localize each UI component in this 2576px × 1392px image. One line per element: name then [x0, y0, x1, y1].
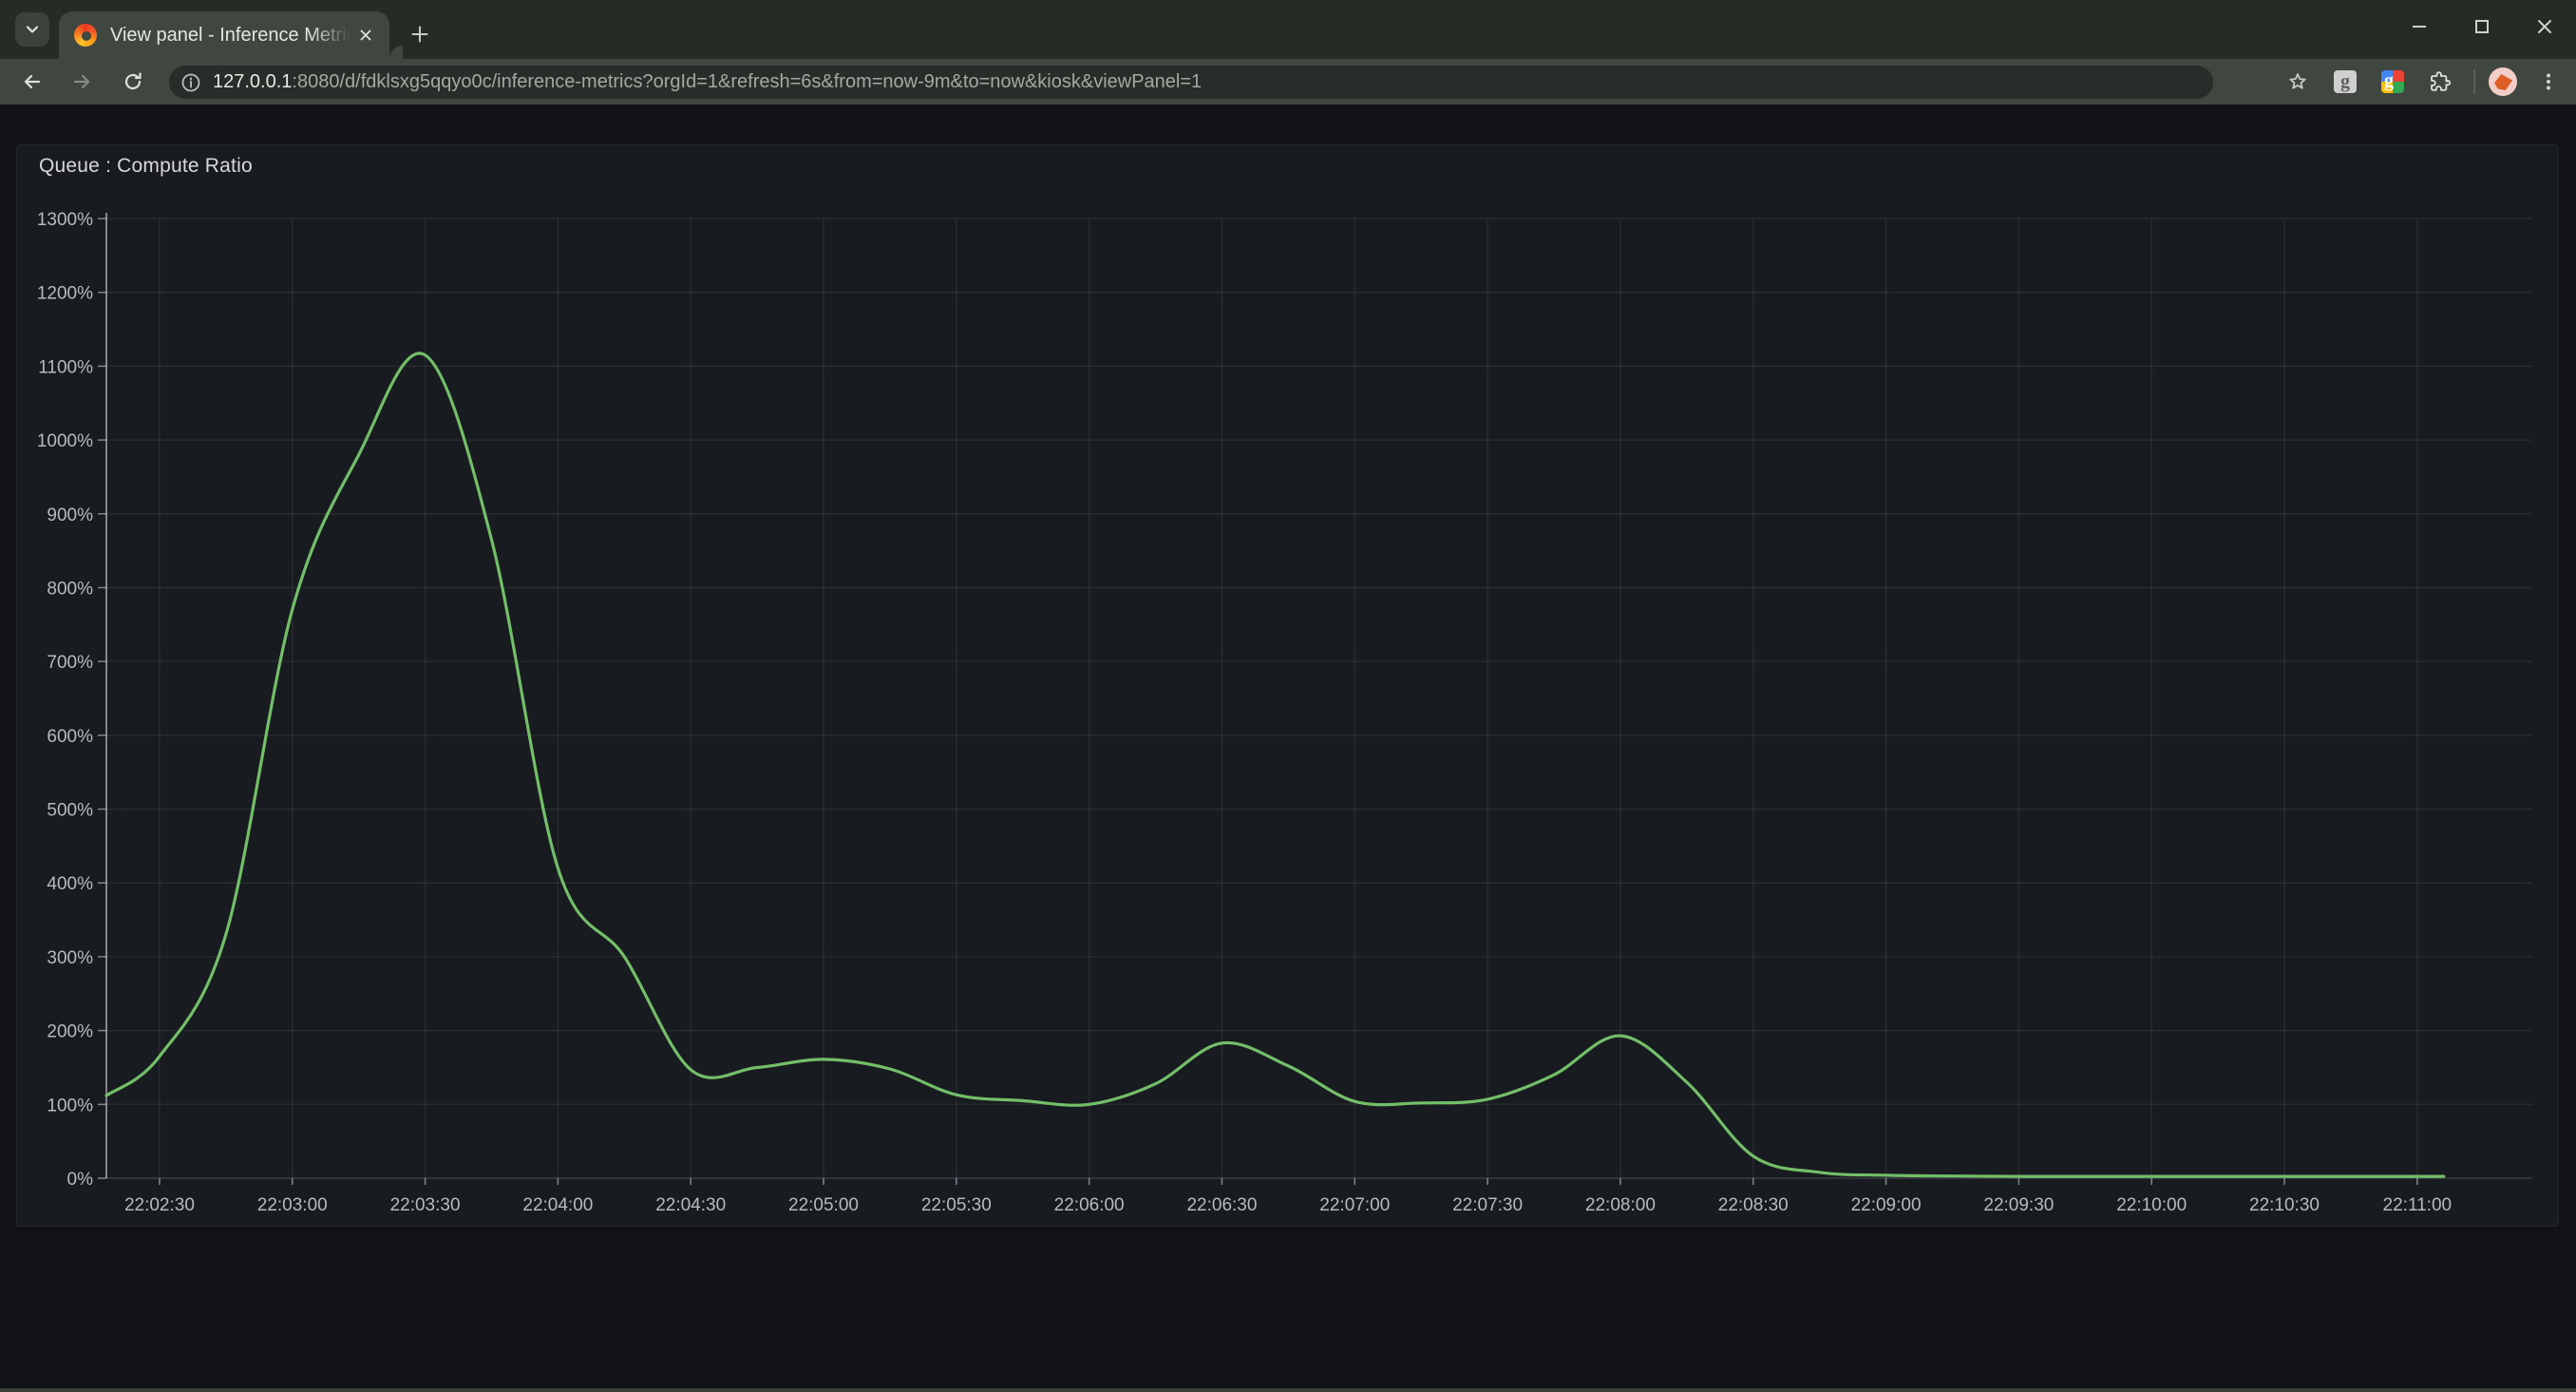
- tab-search-button[interactable]: [15, 12, 49, 47]
- y-tick-label: 600%: [47, 727, 93, 747]
- y-tick-label: 200%: [47, 1022, 93, 1042]
- y-tick-label: 700%: [47, 653, 93, 673]
- x-tick-label: 22:05:00: [788, 1195, 859, 1215]
- back-icon: [21, 70, 44, 93]
- tab-strip: View panel - Inference Metrics -: [0, 0, 2576, 59]
- x-tick-label: 22:06:00: [1054, 1195, 1125, 1215]
- close-icon: [357, 27, 374, 44]
- x-tick-label: 22:04:30: [655, 1195, 726, 1215]
- x-tick-label: 22:08:30: [1718, 1195, 1789, 1215]
- browser-menu-button[interactable]: [2530, 65, 2567, 99]
- tab-curve-left: [46, 46, 59, 59]
- extensions-menu-button[interactable]: [2422, 65, 2458, 99]
- x-tick-label: 22:08:00: [1585, 1195, 1656, 1215]
- grafana-favicon-icon: [74, 24, 97, 47]
- kebab-menu-icon: [2538, 71, 2559, 92]
- y-tick-label: 0%: [67, 1170, 94, 1190]
- maximize-button[interactable]: [2451, 0, 2513, 53]
- y-tick-label: 500%: [47, 801, 93, 821]
- toolbar-divider: [2473, 69, 2475, 94]
- browser-window: View panel - Inference Metrics -: [0, 0, 2576, 1392]
- back-button[interactable]: [15, 65, 49, 99]
- maximize-icon: [2472, 16, 2492, 37]
- grafana-page: Queue : Compute Ratio 0%100%200%300%400%…: [0, 105, 2576, 1392]
- y-tick-label: 800%: [47, 579, 93, 599]
- reload-button[interactable]: [116, 65, 150, 99]
- new-tab-button[interactable]: [403, 17, 437, 51]
- url-text[interactable]: 127.0.0.1:8080/d/fdklsxg5qqyo0c/inferenc…: [213, 71, 1202, 93]
- x-tick-label: 22:09:30: [1983, 1195, 2054, 1215]
- x-tick-label: 22:03:30: [390, 1195, 461, 1215]
- x-tick-label: 22:07:30: [1452, 1195, 1523, 1215]
- y-tick-label: 900%: [47, 505, 93, 525]
- window-bottom-edge: [0, 1388, 2576, 1392]
- puzzle-icon: [2429, 70, 2452, 93]
- extension-grayscale-icon: g: [2334, 70, 2357, 93]
- x-tick-label: 22:05:30: [921, 1195, 992, 1215]
- series-line: [106, 353, 2444, 1176]
- bookmark-star-button[interactable]: [2280, 65, 2316, 99]
- x-tick-label: 22:04:00: [522, 1195, 593, 1215]
- x-tick-label: 22:07:00: [1319, 1195, 1390, 1215]
- star-icon: [2286, 70, 2309, 93]
- tab-curve-right: [389, 46, 403, 59]
- y-tick-label: 100%: [47, 1096, 93, 1116]
- forward-button[interactable]: [65, 65, 99, 99]
- profile-avatar[interactable]: [2489, 67, 2517, 96]
- y-tick-label: 1200%: [37, 284, 93, 304]
- url-host: 127.0.0.1: [213, 71, 292, 92]
- extension-google-button[interactable]: g: [2375, 65, 2411, 99]
- address-bar[interactable]: 127.0.0.1:8080/d/fdklsxg5qqyo0c/inferenc…: [169, 66, 2213, 99]
- minimize-icon: [2409, 16, 2430, 37]
- site-info-icon[interactable]: [180, 72, 201, 93]
- chevron-down-icon: [23, 20, 42, 39]
- y-tick-label: 1300%: [37, 210, 93, 230]
- x-tick-label: 22:11:00: [2383, 1195, 2453, 1215]
- plus-icon: [409, 24, 430, 45]
- close-window-icon: [2534, 16, 2555, 37]
- y-tick-label: 1100%: [38, 357, 93, 377]
- forward-icon: [70, 70, 93, 93]
- y-tick-label: 400%: [47, 874, 93, 894]
- x-tick-label: 22:10:00: [2116, 1195, 2187, 1215]
- close-window-button[interactable]: [2513, 0, 2576, 53]
- active-tab[interactable]: View panel - Inference Metrics -: [59, 11, 389, 59]
- x-tick-label: 22:02:30: [124, 1195, 195, 1215]
- y-tick-label: 300%: [47, 948, 93, 968]
- x-tick-label: 22:10:30: [2249, 1195, 2320, 1215]
- y-tick-label: 1000%: [37, 431, 93, 451]
- tab-close-button[interactable]: [353, 23, 378, 48]
- extension-google-icon: g: [2381, 70, 2404, 93]
- minimize-button[interactable]: [2388, 0, 2451, 53]
- reload-icon: [122, 70, 144, 93]
- window-controls: [2388, 0, 2576, 53]
- extension-grayscale-button[interactable]: g: [2327, 65, 2363, 99]
- url-path: :8080/d/fdklsxg5qqyo0c/inference-metrics…: [292, 71, 1202, 92]
- x-tick-label: 22:03:00: [257, 1195, 328, 1215]
- timeseries-chart[interactable]: 0% 100% 200% 300% 400% 500% 600% 700% 800% 900% 10…: [0, 105, 2576, 1392]
- browser-toolbar: 127.0.0.1:8080/d/fdklsxg5qqyo0c/inferenc…: [0, 59, 2576, 105]
- x-tick-label: 22:06:30: [1186, 1195, 1257, 1215]
- x-tick-label: 22:09:00: [1851, 1195, 1922, 1215]
- tab-title: View panel - Inference Metrics -: [110, 25, 353, 47]
- toolbar-right-cluster: g g: [2280, 65, 2576, 99]
